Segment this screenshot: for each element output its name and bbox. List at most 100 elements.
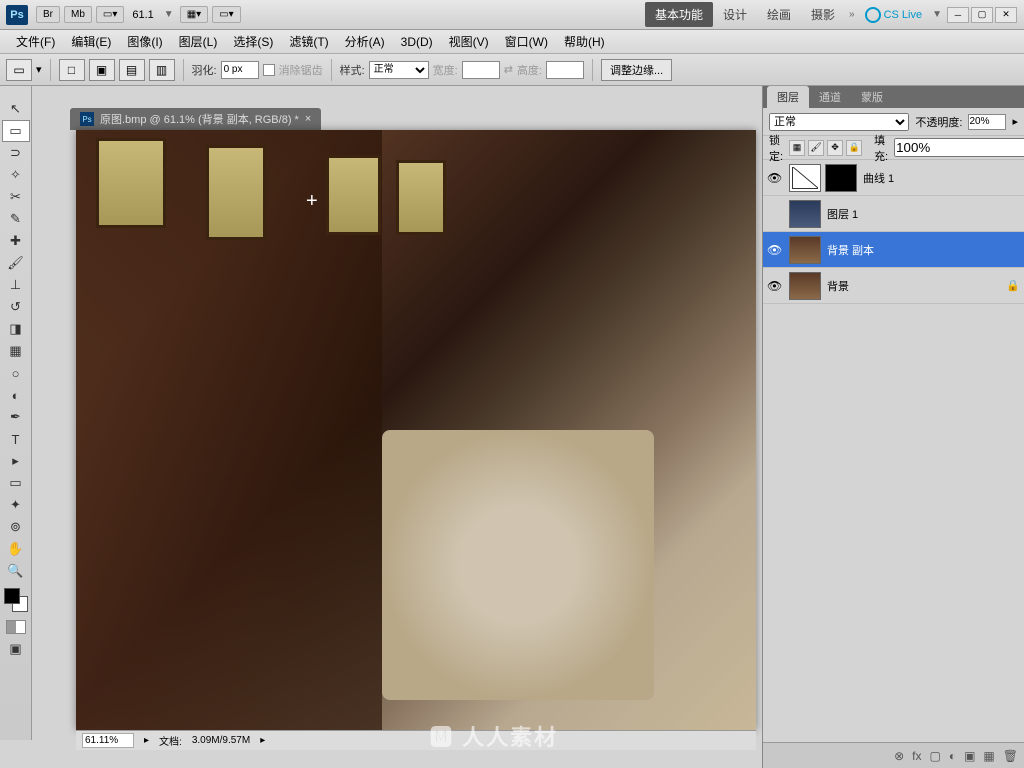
canvas[interactable]: + — [76, 130, 756, 730]
menu-select[interactable]: 选择(S) — [225, 30, 281, 53]
refine-edge-button[interactable]: 调整边缘... — [601, 59, 672, 81]
stamp-tool[interactable]: ⊥ — [2, 274, 30, 296]
screenmode-toggle[interactable]: ▣ — [2, 638, 30, 660]
layer-row[interactable]: 👁 背景 🔒 — [763, 268, 1024, 304]
blend-mode-select[interactable]: 正常 — [769, 113, 909, 131]
folder-icon[interactable]: ▣ — [964, 749, 975, 763]
close-button[interactable]: ✕ — [995, 7, 1017, 23]
wand-tool[interactable]: ✧ — [2, 164, 30, 186]
minimize-button[interactable]: ─ — [947, 7, 969, 23]
path-select-tool[interactable]: ▸ — [2, 450, 30, 472]
tab-layers[interactable]: 图层 — [767, 86, 809, 108]
layer-row[interactable]: 👁 曲线 1 — [763, 160, 1024, 196]
sel-add-icon[interactable]: ▣ — [89, 59, 115, 81]
mask-icon[interactable]: ▢ — [929, 749, 940, 763]
tab-channels[interactable]: 通道 — [809, 86, 851, 108]
menu-help[interactable]: 帮助(H) — [556, 30, 613, 53]
chevron-right-icon[interactable]: ▸ — [260, 735, 265, 746]
eye-icon[interactable] — [767, 207, 783, 221]
workspace-design[interactable]: 设计 — [713, 2, 757, 27]
layer-name[interactable]: 背景 副本 — [827, 242, 1020, 258]
layer-row[interactable]: 👁 背景 副本 — [763, 232, 1024, 268]
sel-sub-icon[interactable]: ▤ — [119, 59, 145, 81]
3d-cam-tool[interactable]: ⊚ — [2, 516, 30, 538]
menu-edit[interactable]: 编辑(E) — [63, 30, 119, 53]
lock-all-icon[interactable]: 🔒 — [846, 140, 862, 156]
3d-tool[interactable]: ✦ — [2, 494, 30, 516]
lock-pos-icon[interactable]: ✥ — [827, 140, 843, 156]
pen-tool[interactable]: ✒ — [2, 406, 30, 428]
tab-paths[interactable]: 蒙版 — [851, 86, 893, 108]
tool-preset-icon[interactable]: ▭ — [6, 59, 32, 81]
eye-icon[interactable]: 👁 — [767, 243, 783, 257]
chevron-down-icon[interactable]: ▼ — [164, 9, 174, 20]
workspace-basic[interactable]: 基本功能 — [645, 2, 713, 27]
close-icon[interactable]: × — [305, 113, 311, 125]
chevron-right-icon[interactable]: ▸ — [1012, 115, 1018, 128]
document-tab[interactable]: Ps 原图.bmp @ 61.1% (背景 副本, RGB/8) * × — [70, 108, 321, 130]
opacity-input[interactable] — [968, 114, 1006, 130]
workspace-photo[interactable]: 摄影 — [801, 2, 845, 27]
layer-thumb[interactable] — [789, 236, 821, 264]
new-layer-icon[interactable]: ▦ — [983, 749, 994, 763]
menu-3d[interactable]: 3D(D) — [393, 32, 441, 52]
menu-view[interactable]: 视图(V) — [441, 30, 497, 53]
layer-mask-thumb[interactable] — [825, 164, 857, 192]
menu-filter[interactable]: 滤镜(T) — [281, 30, 336, 53]
maximize-button[interactable]: ▢ — [971, 7, 993, 23]
layer-name[interactable]: 曲线 1 — [863, 170, 1020, 186]
layer-name[interactable]: 图层 1 — [827, 206, 1020, 222]
heal-tool[interactable]: ✚ — [2, 230, 30, 252]
eraser-tool[interactable]: ◨ — [2, 318, 30, 340]
workspace-paint[interactable]: 绘画 — [757, 2, 801, 27]
antialias-check[interactable] — [263, 64, 275, 76]
extras-button[interactable]: ▭▾ — [212, 6, 240, 23]
cslive-button[interactable]: CS Live — [865, 7, 923, 23]
gradient-tool[interactable]: ▦ — [2, 340, 30, 362]
chevron-right-icon[interactable]: ▸ — [144, 735, 149, 746]
adjustment-icon[interactable]: ◐ — [949, 749, 956, 763]
feather-input[interactable] — [221, 61, 259, 79]
type-tool[interactable]: T — [2, 428, 30, 450]
menu-file[interactable]: 文件(F) — [8, 30, 63, 53]
fx-icon[interactable]: fx — [912, 749, 921, 763]
arrange-button[interactable]: ▦▾ — [180, 6, 208, 23]
trash-icon[interactable]: 🗑 — [1003, 749, 1018, 763]
history-brush-tool[interactable]: ↺ — [2, 296, 30, 318]
color-swatches[interactable] — [0, 586, 31, 616]
eye-icon[interactable]: 👁 — [767, 171, 783, 185]
bridge-button[interactable]: Br — [36, 6, 60, 23]
marquee-tool[interactable]: ▭ — [2, 120, 30, 142]
brush-tool[interactable]: 🖌 — [2, 252, 30, 274]
crop-tool[interactable]: ✂ — [2, 186, 30, 208]
zoom-tool[interactable]: 🔍 — [2, 560, 30, 582]
menu-window[interactable]: 窗口(W) — [497, 30, 556, 53]
dodge-tool[interactable]: ◐ — [2, 384, 30, 406]
sel-intersect-icon[interactable]: ▥ — [149, 59, 175, 81]
layer-name[interactable]: 背景 — [827, 278, 1000, 294]
lock-pixels-icon[interactable]: 🖌 — [808, 140, 824, 156]
quickmask-toggle[interactable] — [6, 620, 26, 634]
lasso-tool[interactable]: ⊃ — [2, 142, 30, 164]
lock-trans-icon[interactable]: ▦ — [789, 140, 805, 156]
layer-thumb[interactable] — [789, 200, 821, 228]
eyedropper-tool[interactable]: ✎ — [2, 208, 30, 230]
style-select[interactable]: 正常 — [369, 61, 429, 79]
move-tool[interactable]: ↖ — [2, 98, 30, 120]
blur-tool[interactable]: ○ — [2, 362, 30, 384]
menu-image[interactable]: 图像(I) — [119, 30, 170, 53]
fg-color-swatch[interactable] — [4, 588, 20, 604]
minibridge-button[interactable]: Mb — [64, 6, 92, 23]
layer-thumb[interactable] — [789, 164, 821, 192]
workspace-more-icon[interactable]: » — [849, 9, 855, 20]
zoom-value[interactable]: 61.1 — [132, 9, 153, 21]
sel-new-icon[interactable]: □ — [59, 59, 85, 81]
menu-layer[interactable]: 图层(L) — [171, 30, 226, 53]
screen-mode-button[interactable]: ▭▾ — [96, 6, 124, 23]
zoom-input[interactable] — [82, 733, 134, 748]
eye-icon[interactable]: 👁 — [767, 279, 783, 293]
shape-tool[interactable]: ▭ — [2, 472, 30, 494]
chevron-down-icon[interactable]: ▼ — [932, 9, 942, 20]
layer-row[interactable]: 图层 1 — [763, 196, 1024, 232]
menu-analysis[interactable]: 分析(A) — [337, 30, 393, 53]
